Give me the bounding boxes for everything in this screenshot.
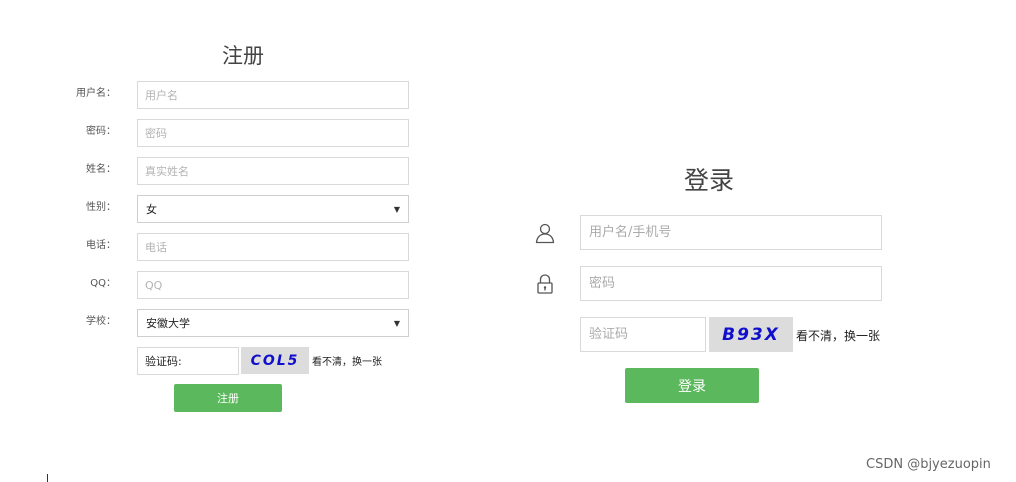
- register-refresh-captcha-link[interactable]: 看不清，换一张: [312, 353, 382, 368]
- gender-label: 性别：: [86, 202, 116, 213]
- qq-input[interactable]: [137, 271, 409, 299]
- school-select[interactable]: 安徽大学 ▼: [137, 309, 409, 337]
- qq-label: QQ：: [90, 278, 116, 289]
- realname-input[interactable]: [137, 157, 409, 185]
- login-captcha-image[interactable]: B93X: [709, 317, 793, 352]
- login-button[interactable]: 登录: [625, 368, 759, 403]
- username-input[interactable]: [137, 81, 409, 109]
- realname-label: 姓名：: [86, 164, 116, 175]
- phone-label: 电话：: [86, 240, 116, 251]
- watermark: CSDN @bjyezuopin: [866, 457, 991, 472]
- school-label: 学校：: [86, 316, 116, 327]
- cursor-mark: [47, 474, 48, 482]
- gender-select[interactable]: 女 ▼: [137, 195, 409, 223]
- school-selected-value: 安徽大学: [146, 317, 190, 330]
- register-title: 注册: [222, 44, 264, 68]
- phone-input[interactable]: [137, 233, 409, 261]
- lock-icon: [537, 274, 553, 294]
- password-label: 密码：: [86, 126, 116, 137]
- login-password-input[interactable]: [580, 266, 882, 301]
- user-icon: [535, 223, 555, 244]
- chevron-down-icon: ▼: [393, 204, 400, 214]
- login-captcha-input[interactable]: [580, 317, 706, 352]
- username-label: 用户名：: [76, 88, 116, 99]
- login-title: 登录: [684, 166, 735, 195]
- password-input[interactable]: [137, 119, 409, 147]
- gender-selected-value: 女: [146, 203, 157, 216]
- register-captcha-image[interactable]: COL5: [241, 347, 309, 374]
- login-refresh-captcha-link[interactable]: 看不清，换一张: [796, 327, 880, 344]
- register-captcha-input[interactable]: [137, 347, 239, 375]
- chevron-down-icon: ▼: [393, 318, 400, 328]
- register-button[interactable]: 注册: [174, 384, 282, 412]
- login-username-input[interactable]: [580, 215, 882, 250]
